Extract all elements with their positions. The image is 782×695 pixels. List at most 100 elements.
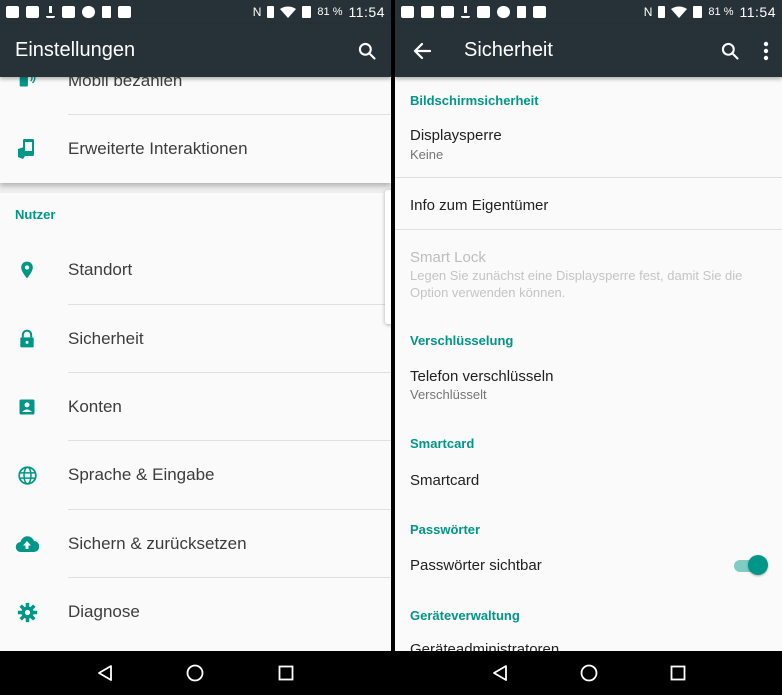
page-title: Einstellungen [15, 39, 136, 61]
globe-icon [17, 465, 37, 485]
search-icon [721, 42, 739, 60]
device-admins-title[interactable]: Geräteadministratoren [410, 641, 559, 651]
smartcard-title[interactable]: Smartcard [410, 472, 479, 489]
section-header-smartcard: Smartcard [410, 436, 475, 451]
vibrate-icon [658, 6, 666, 18]
lock-icon [20, 329, 34, 348]
gear-icon [17, 602, 37, 622]
list-item-location[interactable]: Standort [0, 236, 391, 304]
mail-icon [421, 6, 434, 18]
home-circle-icon [580, 664, 597, 682]
navigation-bar [395, 651, 782, 695]
recents-nav-button[interactable] [266, 653, 306, 693]
back-button[interactable] [397, 27, 447, 75]
section-header-users: Nutzer [15, 207, 56, 222]
show-passwords-title[interactable]: Passwörter sichtbar [410, 557, 542, 574]
settings-list[interactable]: Mobil bezahlen Erweiterte Interaktionen … [0, 77, 391, 651]
clock: 11:54 [739, 4, 776, 20]
arrow-left-icon [413, 42, 431, 59]
list-item-label: Sicherheit [68, 329, 144, 348]
status-bar: N 81 % 11:54 [0, 0, 391, 24]
list-item-language[interactable]: Sprache & Eingabe [0, 441, 391, 509]
recents-nav-button[interactable] [658, 653, 698, 693]
image-icon [477, 6, 490, 18]
note-icon [102, 6, 111, 18]
image-icon [441, 6, 454, 18]
notification-icons [6, 6, 131, 18]
battery-percent: 81 % [317, 6, 343, 18]
section-header-device-admin: Geräteverwaltung [410, 608, 520, 623]
wifi-icon [280, 6, 297, 18]
no-sim-icon [302, 6, 312, 18]
app-bar: Einstellungen [0, 24, 391, 77]
home-nav-button[interactable] [175, 653, 215, 693]
show-passwords-switch[interactable] [732, 554, 768, 576]
owner-info-title[interactable]: Info zum Eigentümer [410, 197, 548, 214]
list-item-label: Sichern & zurücksetzen [68, 534, 247, 553]
list-item-mobile-pay[interactable]: Mobil bezahlen [0, 77, 391, 115]
list-item-security[interactable]: Sicherheit [0, 305, 391, 373]
list-item-accounts[interactable]: Konten [0, 373, 391, 441]
shield-icon [497, 6, 510, 18]
wifi-icon [671, 6, 688, 18]
list-item-label: Mobil bezahlen [68, 77, 183, 90]
shield-icon [82, 6, 95, 18]
image-icon [62, 6, 75, 18]
nfc-icon: N [252, 5, 262, 19]
security-list[interactable]: Bildschirmsicherheit Displaysperre Keine… [395, 77, 782, 651]
check-icon [118, 6, 131, 18]
account-icon [19, 399, 35, 415]
search-button[interactable] [347, 31, 387, 71]
section-header-screen-security: Bildschirmsicherheit [410, 93, 539, 108]
overflow-menu-button[interactable] [750, 31, 782, 71]
notification-icon [401, 6, 414, 18]
download-icon [46, 6, 55, 18]
note-icon [517, 6, 526, 18]
app-bar: Sicherheit [395, 24, 782, 77]
home-nav-button[interactable] [569, 653, 609, 693]
recents-square-icon [670, 665, 685, 681]
gesture-icon [18, 139, 34, 159]
display-lock-summary: Keine [410, 147, 444, 162]
list-item-label: Standort [68, 260, 133, 279]
notification-icon [6, 6, 19, 18]
list-item-backup-reset[interactable]: Sichern & zurücksetzen [0, 510, 391, 578]
search-icon [358, 42, 376, 60]
list-item-label: Sprache & Eingabe [68, 465, 215, 484]
home-circle-icon [187, 664, 204, 682]
back-triangle-icon [492, 665, 507, 681]
navigation-bar [0, 651, 391, 695]
download-icon [461, 6, 470, 18]
settings-screen: N 81 % 11:54 Einstellungen Mobil bezahle… [0, 0, 391, 695]
section-header-passwords: Passwörter [410, 522, 481, 537]
smart-lock-summary: Legen Sie zunächst eine Displaysperre fe… [410, 268, 743, 300]
location-icon [21, 261, 33, 279]
page-title: Sicherheit [464, 39, 553, 61]
search-button[interactable] [710, 31, 750, 71]
clock: 11:54 [348, 4, 385, 20]
status-bar: N 81 % 11:54 [395, 0, 782, 24]
list-item-label: Diagnose [68, 602, 140, 621]
tap-pay-icon [19, 77, 36, 87]
back-nav-button[interactable] [85, 653, 125, 693]
more-vert-icon [763, 41, 769, 60]
encrypt-phone-title[interactable]: Telefon verschlüsseln [410, 368, 553, 385]
notification-icons [401, 6, 546, 18]
list-item-diagnostics[interactable]: Diagnose [0, 578, 391, 646]
display-lock-title[interactable]: Displaysperre [410, 127, 502, 144]
no-sim-icon [693, 6, 703, 18]
nfc-icon: N [643, 5, 653, 19]
back-nav-button[interactable] [480, 653, 520, 693]
security-screen: N 81 % 11:54 Sicherheit Bildschirmsicher… [395, 0, 782, 695]
recents-square-icon [278, 665, 294, 681]
list-item-advanced-interactions[interactable]: Erweiterte Interaktionen [0, 115, 391, 183]
cloud-upload-icon [15, 536, 39, 553]
section-header-encryption: Verschlüsselung [410, 333, 514, 348]
mail-icon [26, 6, 39, 18]
device-section-card: Mobil bezahlen Erweiterte Interaktionen [0, 77, 391, 183]
encrypt-phone-summary: Verschlüsselt [410, 387, 487, 402]
check-icon [533, 6, 546, 18]
battery-percent: 81 % [708, 6, 734, 18]
smart-lock-title: Smart Lock [410, 249, 486, 266]
vibrate-icon [267, 6, 275, 18]
